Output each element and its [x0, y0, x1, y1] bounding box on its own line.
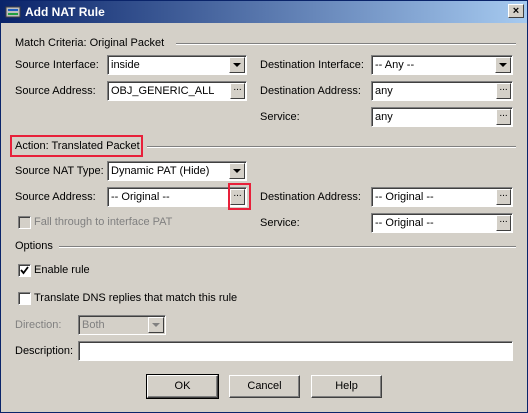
service-label: Service: [260, 111, 300, 123]
options-heading: Options [15, 240, 53, 252]
direction-select[interactable]: Both [78, 315, 166, 335]
source-interface-label: Source Interface: [15, 59, 99, 71]
app-icon [5, 6, 21, 18]
fall-through-checkbox[interactable] [18, 216, 31, 229]
source-interface-value: inside [111, 59, 140, 71]
action-divider [147, 146, 516, 148]
translated-destination-address-value: -- Original -- [375, 191, 434, 203]
chevron-down-icon[interactable] [495, 57, 511, 73]
checkmark-icon [20, 266, 29, 275]
help-button[interactable]: Help [311, 375, 382, 398]
service-field[interactable]: any ... [371, 107, 513, 127]
source-nat-type-label: Source NAT Type: [15, 165, 104, 177]
browse-icon[interactable]: ... [496, 215, 511, 231]
translated-service-field[interactable]: -- Original -- ... [371, 213, 513, 233]
destination-address-label: Destination Address: [260, 85, 361, 97]
source-nat-type-select[interactable]: Dynamic PAT (Hide) [107, 161, 247, 181]
source-address-value: OBJ_GENERIC_ALL [111, 85, 215, 97]
match-criteria-divider [176, 43, 516, 45]
enable-rule-checkbox[interactable] [18, 264, 31, 277]
translated-source-address-value: -- Original -- [111, 191, 170, 203]
source-nat-type-value: Dynamic PAT (Hide) [111, 165, 210, 177]
options-divider [59, 246, 516, 248]
browse-icon[interactable]: ... [230, 83, 245, 99]
add-nat-rule-dialog: Add NAT Rule × Match Criteria: Original … [0, 0, 528, 413]
browse-highlight [228, 183, 251, 210]
enable-rule-label: Enable rule [34, 264, 90, 276]
source-address-field[interactable]: OBJ_GENERIC_ALL ... [107, 81, 247, 101]
destination-address-value: any [375, 85, 393, 97]
direction-value: Both [82, 319, 105, 331]
translated-source-address-field[interactable]: -- Original -- ... [107, 187, 247, 207]
destination-interface-value: -- Any -- [375, 59, 415, 71]
description-input[interactable] [78, 341, 513, 361]
close-button[interactable]: × [508, 4, 524, 18]
destination-address-field[interactable]: any ... [371, 81, 513, 101]
close-icon: × [512, 5, 520, 17]
service-value: any [375, 111, 393, 123]
action-heading: Action: Translated Packet [15, 140, 140, 152]
translate-dns-checkbox[interactable] [18, 292, 31, 305]
browse-icon[interactable]: ... [496, 83, 511, 99]
destination-interface-select[interactable]: -- Any -- [371, 55, 513, 75]
description-label: Description: [15, 345, 74, 357]
fall-through-label: Fall through to interface PAT [34, 216, 173, 228]
ok-button[interactable]: OK [146, 374, 219, 399]
chevron-down-icon[interactable] [229, 57, 245, 73]
match-criteria-heading: Match Criteria: Original Packet [15, 37, 165, 49]
browse-icon[interactable]: ... [496, 189, 511, 205]
translate-dns-label: Translate DNS replies that match this ru… [34, 292, 238, 304]
chevron-down-icon[interactable] [229, 163, 245, 179]
window-title: Add NAT Rule [25, 5, 105, 19]
browse-icon[interactable]: ... [496, 109, 511, 125]
translated-service-label: Service: [260, 217, 300, 229]
source-interface-select[interactable]: inside [107, 55, 247, 75]
translated-service-value: -- Original -- [375, 217, 434, 229]
translated-destination-address-field[interactable]: -- Original -- ... [371, 187, 513, 207]
destination-interface-label: Destination Interface: [260, 59, 364, 71]
source-address-label: Source Address: [15, 85, 96, 97]
chevron-down-icon[interactable] [148, 317, 164, 333]
title-bar: Add NAT Rule × [1, 1, 527, 23]
translated-destination-address-label: Destination Address: [260, 191, 361, 203]
direction-label: Direction: [15, 319, 62, 331]
cancel-button[interactable]: Cancel [229, 375, 300, 398]
translated-source-address-label: Source Address: [15, 191, 96, 203]
